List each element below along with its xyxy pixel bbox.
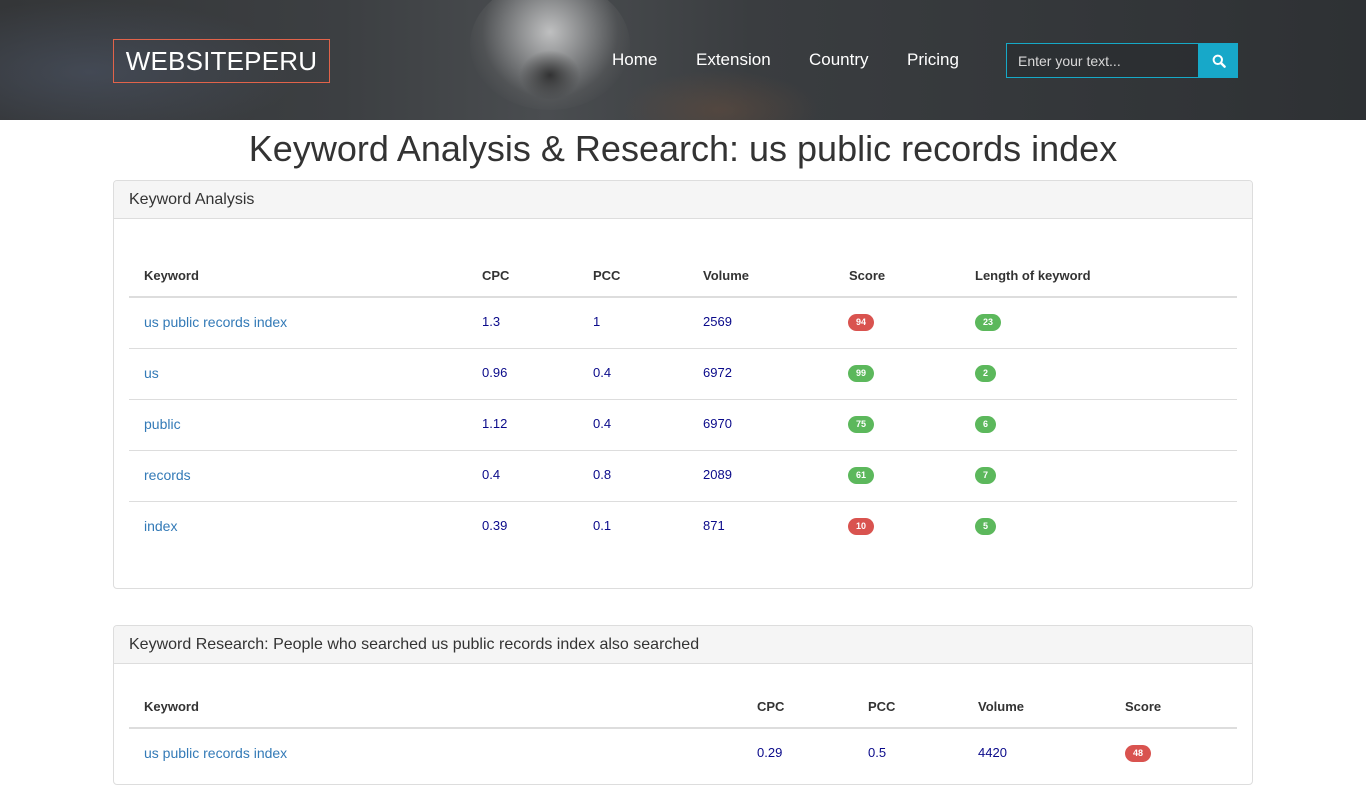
volume-value: 2089 — [703, 467, 732, 482]
column-header-keyword: Keyword — [144, 699, 199, 714]
keyword-link[interactable]: public — [144, 416, 181, 432]
keyword-research-table: Keyword CPC PCC Volume Score us public r… — [129, 685, 1237, 780]
cpc-value: 0.96 — [482, 365, 508, 380]
length-badge: 6 — [975, 416, 997, 433]
keyword-research-panel: Keyword Research: People who searched us… — [113, 625, 1253, 785]
volume-value: 2569 — [703, 314, 732, 329]
table-row: index 0.39 0.1 871 10 5 — [129, 502, 1237, 553]
keyword-analysis-panel: Keyword Analysis Keyword CPC PCC Volume … — [113, 180, 1253, 589]
volume-value: 6972 — [703, 365, 732, 380]
nav-home[interactable]: Home — [612, 50, 657, 70]
score-badge: 75 — [848, 416, 875, 433]
keyword-link[interactable]: records — [144, 467, 191, 483]
site-header: WEBSITEPERU Home Extension Country Prici… — [0, 0, 1366, 120]
search-icon — [1212, 54, 1226, 68]
score-badge: 94 — [848, 314, 875, 331]
keyword-link[interactable]: us public records index — [144, 314, 287, 330]
keyword-link[interactable]: us public records index — [144, 745, 287, 761]
length-badge: 5 — [975, 518, 997, 535]
length-badge: 23 — [975, 314, 1002, 331]
keyword-analysis-heading: Keyword Analysis — [114, 181, 1252, 219]
page-title: Keyword Analysis & Research: us public r… — [248, 128, 1118, 169]
cpc-value: 0.4 — [482, 467, 501, 482]
column-header-length: Length of keyword — [975, 268, 1091, 283]
table-row: us public records index 0.29 0.5 4420 48 — [129, 729, 1237, 780]
score-badge: 48 — [1125, 745, 1152, 762]
search-input[interactable] — [1006, 43, 1199, 78]
nav-country[interactable]: Country — [809, 50, 869, 70]
pcc-value: 0.4 — [593, 416, 612, 431]
pcc-value: 0.4 — [593, 365, 612, 380]
cpc-value: 0.29 — [757, 745, 783, 760]
column-header-pcc: PCC — [593, 268, 621, 283]
length-badge: 2 — [975, 365, 997, 382]
cpc-value: 1.12 — [482, 416, 508, 431]
column-header-cpc: CPC — [757, 699, 785, 714]
pcc-value: 0.5 — [868, 745, 887, 760]
column-header-pcc: PCC — [868, 699, 896, 714]
table-row: us public records index 1.3 1 2569 94 23 — [129, 298, 1237, 349]
score-badge: 61 — [848, 467, 875, 484]
pcc-value: 0.8 — [593, 467, 612, 482]
volume-value: 6970 — [703, 416, 732, 431]
column-header-score: Score — [1125, 699, 1162, 714]
column-header-cpc: CPC — [482, 268, 510, 283]
table-row: public 1.12 0.4 6970 75 6 — [129, 400, 1237, 451]
score-badge: 99 — [848, 365, 875, 382]
column-header-volume: Volume — [978, 699, 1024, 714]
cpc-value: 1.3 — [482, 314, 501, 329]
keyword-link[interactable]: us — [144, 365, 159, 381]
keyword-link[interactable]: index — [144, 518, 177, 534]
nav-extension[interactable]: Extension — [696, 50, 771, 70]
site-logo[interactable]: WEBSITEPERU — [113, 39, 330, 83]
keyword-analysis-table: Keyword CPC PCC Volume Score Length of k… — [129, 254, 1237, 553]
score-badge: 10 — [848, 518, 875, 535]
table-row: us 0.96 0.4 6972 99 2 — [129, 349, 1237, 400]
column-header-score: Score — [849, 268, 886, 283]
keyword-research-heading: Keyword Research: People who searched us… — [114, 626, 1252, 664]
table-header: Keyword CPC PCC Volume Score Length of k… — [129, 254, 1237, 298]
volume-value: 4420 — [978, 745, 1007, 760]
nav-pricing[interactable]: Pricing — [907, 50, 959, 70]
column-header-keyword: Keyword — [144, 268, 199, 283]
pcc-value: 1 — [593, 314, 601, 329]
table-row: records 0.4 0.8 2089 61 7 — [129, 451, 1237, 502]
cpc-value: 0.39 — [482, 518, 508, 533]
search-button[interactable] — [1199, 43, 1238, 78]
column-header-volume: Volume — [703, 268, 749, 283]
volume-value: 871 — [703, 518, 725, 533]
pcc-value: 0.1 — [593, 518, 612, 533]
length-badge: 7 — [975, 467, 997, 484]
table-header: Keyword CPC PCC Volume Score — [129, 685, 1237, 729]
